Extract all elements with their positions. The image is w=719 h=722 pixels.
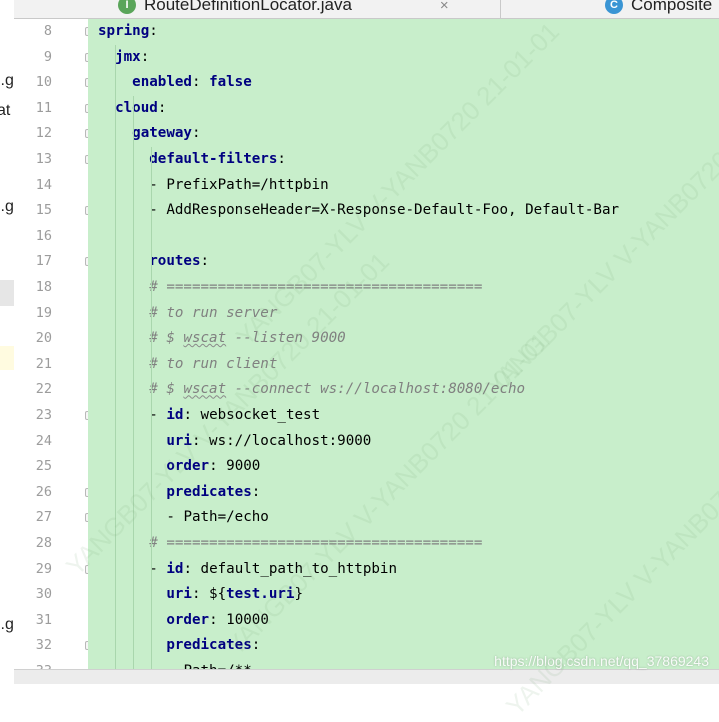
line-number: 9 [43, 48, 52, 65]
code-text: # ===================================== [149, 535, 483, 551]
line-number: 31 [35, 611, 52, 628]
code-line: enabled: false [88, 70, 719, 96]
line-number: 26 [35, 483, 52, 500]
code-text: # to run server [149, 304, 278, 321]
code-line: # to run server [88, 301, 719, 327]
code-line: - id: websocket_test [88, 403, 719, 429]
code-text: # $ wscat --connect ws://localhost:8080/… [149, 381, 526, 398]
code-line: predicates: [88, 480, 719, 506]
line-number: 14 [35, 176, 52, 193]
tab-divider [500, 0, 501, 18]
code-text: - AddResponseHeader=X-Response-Default-F… [149, 202, 620, 219]
code-text: jmx: [115, 48, 150, 65]
close-icon[interactable]: × [440, 0, 449, 14]
code-text: - id: websocket_test [149, 407, 321, 423]
highlight-row [0, 346, 14, 370]
code-text: predicates: [166, 637, 261, 654]
line-number: 15 [35, 202, 52, 219]
indent-guide [115, 44, 116, 669]
line-number: 8 [43, 23, 52, 39]
code-text: order: 10000 [166, 611, 269, 628]
tab-label: Composite [631, 0, 713, 14]
line-number: 23 [35, 407, 52, 423]
line-number: 16 [35, 227, 52, 244]
line-number: 25 [35, 458, 52, 475]
line-number: 17 [35, 253, 52, 270]
code-line: spring: [88, 19, 719, 45]
line-number: 19 [35, 304, 52, 321]
line-number: 10 [35, 74, 52, 91]
code-text: uri: ws://localhost:9000 [166, 432, 372, 449]
adjacent-pane: l.g at l.g l.g [0, 0, 15, 683]
indent-guide [133, 95, 134, 669]
code-line: - AddResponseHeader=X-Response-Default-F… [88, 198, 719, 224]
line-number: 29 [35, 560, 52, 577]
line-number: 12 [35, 125, 52, 142]
pane-fragment: at [0, 102, 11, 119]
code-line: cloud: [88, 96, 719, 122]
code-line: default-filters: [88, 147, 719, 173]
code-text: order: 9000 [166, 458, 261, 475]
line-number: 22 [35, 381, 52, 398]
code-line: - id: default_path_to_httpbin [88, 557, 719, 583]
indent-guide [151, 147, 152, 669]
code-line: order: 9000 [88, 454, 719, 480]
tab-label: RouteDefinitionLocator.java [144, 0, 352, 14]
pane-fragment: l.g [0, 198, 14, 215]
code-text: # to run client [149, 355, 278, 372]
line-number: 30 [35, 586, 52, 603]
pane-fragment: l.g [0, 72, 14, 89]
line-number: 13 [35, 151, 52, 167]
selected-row [0, 280, 14, 306]
interface-icon: I [118, 0, 136, 14]
code-line: jmx: [88, 45, 719, 71]
code-editor[interactable]: spring: jmx: enabled: false cloud: gatew… [88, 19, 719, 669]
line-number: 18 [35, 279, 52, 295]
line-number: 28 [35, 535, 52, 551]
line-number: 21 [35, 355, 52, 372]
source-watermark: https://blog.csdn.net/qq_37869243 [494, 653, 709, 669]
code-line: # to run client [88, 352, 719, 378]
code-text: - Path=/echo [166, 509, 269, 526]
tab-route-definition-locator[interactable]: I RouteDefinitionLocator.java × [118, 0, 449, 17]
horizontal-scrollbar[interactable] [14, 669, 719, 684]
code-text: # ===================================== [149, 279, 483, 295]
code-line: - PrefixPath=/httpbin [88, 173, 719, 199]
code-line: # ===================================== [88, 531, 719, 557]
code-text: - Path=/** [98, 659, 251, 669]
pane-fragment: l.g [0, 616, 14, 633]
tab-composite[interactable]: C Composite [605, 0, 712, 17]
code-line: gateway: [88, 121, 719, 147]
editor-tab-bar: I RouteDefinitionLocator.java × C Compos… [14, 0, 719, 19]
code-text: # $ wscat --listen 9000 [149, 330, 346, 347]
code-line: routes: [88, 249, 719, 275]
code-text: gateway: [132, 125, 201, 142]
code-text: - id: default_path_to_httpbin [149, 560, 397, 577]
class-icon: C [605, 0, 623, 14]
code-line: # ===================================== [88, 275, 719, 301]
code-text: predicates: [166, 483, 261, 500]
line-number: 24 [35, 432, 52, 449]
code-line: # $ wscat --connect ws://localhost:8080/… [88, 377, 719, 403]
code-text: uri: ${test.uri} [166, 586, 304, 603]
code-line: uri: ws://localhost:9000 [88, 429, 719, 455]
code-text: default-filters: [149, 151, 286, 167]
code-line: uri: ${test.uri} [88, 582, 719, 608]
code-line: order: 10000 [88, 608, 719, 634]
code-line: # $ wscat --listen 9000 [88, 326, 719, 352]
line-number-gutter[interactable]: 8 9 10 11 12 13 14 15 16 17 18 19 20 21 22 23 24 25 26 27 28… [14, 19, 94, 683]
code-text: spring: [98, 23, 158, 39]
line-number: 11 [35, 99, 52, 116]
line-number: 27 [35, 509, 52, 526]
line-number: 20 [35, 330, 52, 347]
code-text: enabled: false [132, 74, 252, 91]
code-line: - Path=/echo [88, 505, 719, 531]
line-number: 32 [35, 637, 52, 654]
